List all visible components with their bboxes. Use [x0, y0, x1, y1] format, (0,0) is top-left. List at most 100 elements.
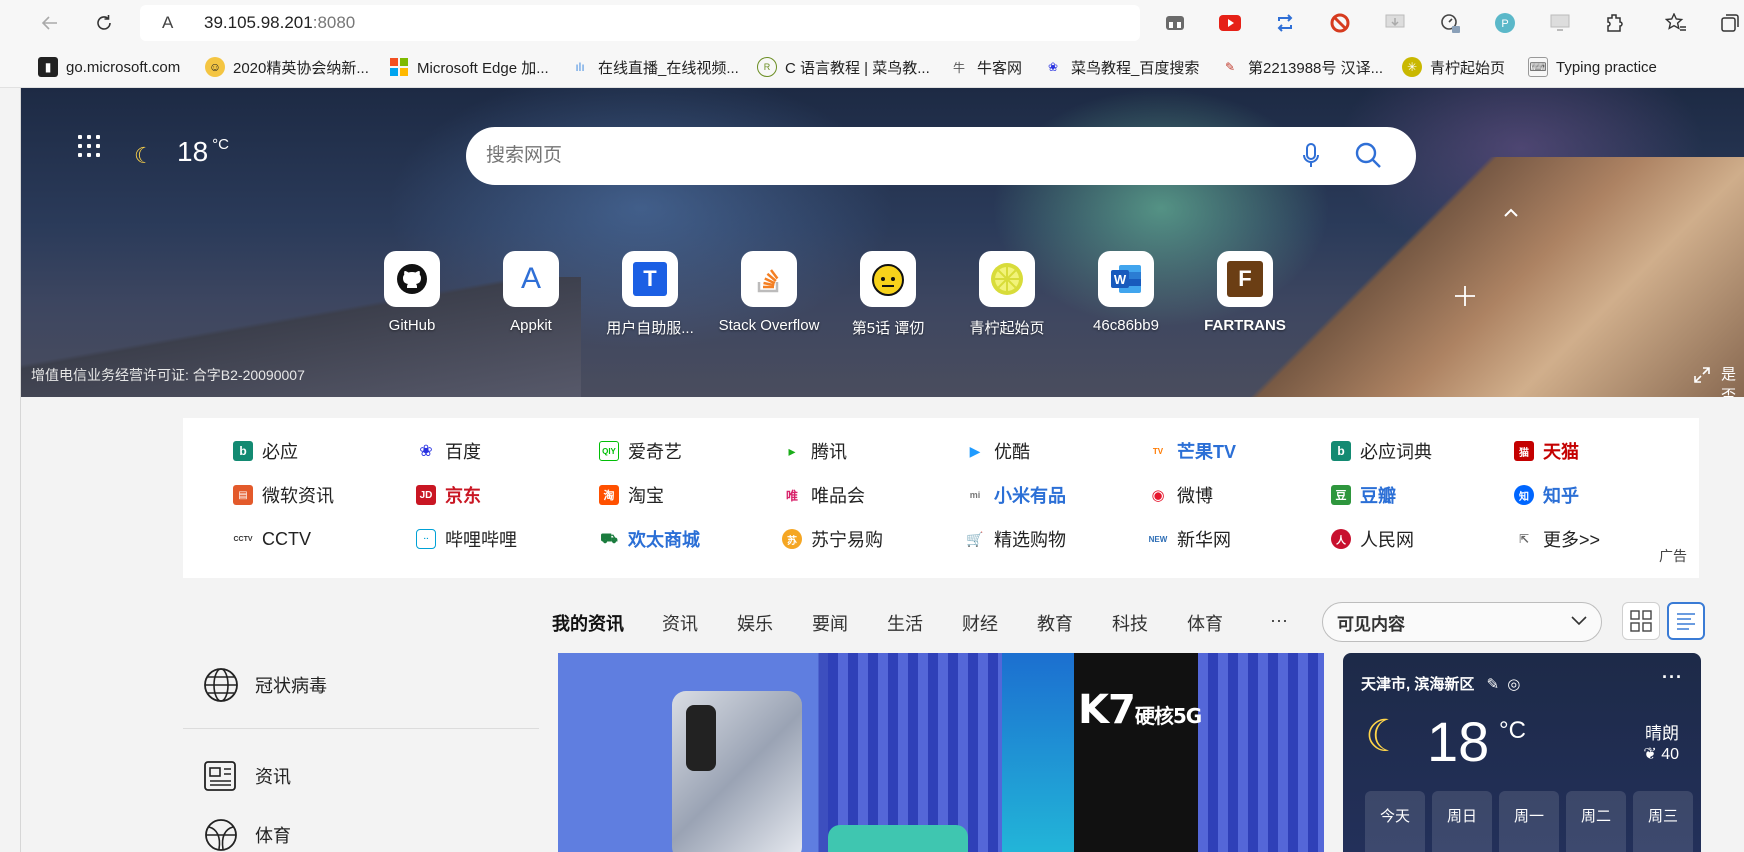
quick-link[interactable]: mi 小米有品 [965, 482, 1066, 508]
collections-icon[interactable] [1718, 11, 1742, 35]
edit-pencil-icon[interactable]: ✎ [1487, 676, 1500, 693]
tab-news[interactable]: 资讯 [662, 610, 698, 636]
menu-item-news[interactable]: 资讯 [203, 756, 291, 796]
microphone-icon[interactable] [1302, 143, 1320, 174]
quick-link[interactable]: 豆豆瓣 [1331, 482, 1396, 508]
quick-link[interactable]: ᐧᐧ 哔哩哔哩 [416, 526, 517, 552]
hero-weather[interactable]: 18 °C [177, 136, 229, 168]
weather-card[interactable]: 天津市, 滨海新区 ✎ ◎ ··· ☾ 18 °C 晴朗 ❦ 40 今天 周日 … [1343, 653, 1701, 852]
more-options-button[interactable]: ··· [1662, 667, 1683, 688]
profile-extension-icon[interactable]: P [1493, 11, 1517, 35]
grid-view-button[interactable] [1622, 602, 1660, 640]
collapse-chevron-icon[interactable] [1501, 206, 1521, 220]
favorite-item[interactable]: ✳ 青柠起始页 [1402, 55, 1505, 79]
favorite-item[interactable]: Microsoft Edge 加... [389, 55, 549, 79]
quick-link[interactable]: CCTV CCTV [233, 526, 311, 552]
quick-link[interactable]: ◉ 微博 [1148, 482, 1213, 508]
favorite-item[interactable]: ▮ go.microsoft.com [38, 55, 180, 79]
quick-link[interactable]: ⇱ 更多>> [1514, 526, 1600, 552]
tab-headlines[interactable]: 要闻 [812, 610, 848, 636]
top-site-tile[interactable]: 青柠起始页 [947, 251, 1067, 338]
quick-link[interactable]: ▤ 微软资讯 [233, 482, 334, 508]
tab-education[interactable]: 教育 [1037, 610, 1073, 636]
forecast-day[interactable]: 周一 [1499, 791, 1559, 852]
search-input[interactable] [486, 145, 1266, 167]
favorites-star-icon[interactable] [1664, 11, 1688, 35]
weather-location[interactable]: 天津市, 滨海新区 ✎ ◎ [1361, 673, 1520, 694]
favorite-item[interactable]: ✎ 第2213988号 汉译... [1220, 55, 1383, 79]
quick-link[interactable]: 苏苏宁易购 [782, 526, 883, 552]
tab-my-news[interactable]: 我的资讯 [552, 610, 624, 636]
site-info-icon[interactable]: A [162, 13, 178, 33]
more-tabs-button[interactable]: ··· [1270, 610, 1288, 631]
quick-link[interactable]: JD 京东 [416, 482, 481, 508]
app-launcher-button[interactable] [73, 130, 105, 162]
download-extension-icon[interactable] [1383, 11, 1407, 35]
top-site-tile[interactable]: 第5话 谭仞 [828, 251, 948, 338]
quick-link[interactable]: ▸ 腾讯 [782, 438, 847, 464]
top-site-tile[interactable]: F FARTRANS [1185, 251, 1305, 334]
youtube-extension-icon[interactable] [1218, 11, 1242, 35]
search-icon[interactable] [1354, 141, 1382, 174]
forecast-day[interactable]: 周二 [1566, 791, 1626, 852]
favorite-item[interactable]: 牛牛客网 [949, 55, 1022, 79]
immersive-reader-icon[interactable] [1163, 11, 1187, 35]
top-site-tile[interactable]: GitHub [352, 251, 472, 334]
tab-lifestyle[interactable]: 生活 [887, 610, 923, 636]
favorite-item[interactable]: ⌨ Typing practice [1528, 55, 1657, 79]
expand-icon[interactable] [1693, 366, 1711, 389]
add-site-icon[interactable] [1453, 284, 1477, 308]
performance-icon[interactable] [1438, 11, 1462, 35]
quick-link[interactable]: 猫天猫 [1514, 438, 1579, 464]
tab-entertainment[interactable]: 娱乐 [737, 610, 773, 636]
tab-finance[interactable]: 财经 [962, 610, 998, 636]
forecast-day[interactable]: 今天 [1365, 791, 1425, 852]
weather-unit[interactable]: °C [1499, 717, 1526, 745]
refresh-button[interactable] [89, 8, 119, 38]
quick-link[interactable]: 知知乎 [1514, 482, 1579, 508]
search-box [466, 127, 1416, 185]
top-site-tile[interactable]: A Appkit [471, 251, 591, 334]
quick-link[interactable]: TV 芒果TV [1148, 438, 1236, 464]
lemon-icon [979, 251, 1035, 307]
quick-link[interactable]: b 必应 [233, 438, 298, 464]
quick-link[interactable]: QIY 爱奇艺 [599, 438, 682, 464]
quick-link[interactable]: 人人民网 [1331, 526, 1414, 552]
favorite-item[interactable]: ❀ 菜鸟教程_百度搜索 [1043, 55, 1199, 79]
favorite-item[interactable]: ☺ 2020精英协会纳新... [205, 55, 369, 79]
top-site-tile[interactable]: Stack Overflow [709, 251, 829, 334]
favorite-item[interactable]: ılı 在线直播_在线视频... [570, 55, 739, 79]
tmall-icon: 猫 [1514, 441, 1534, 461]
quick-link[interactable]: ▶ 优酷 [965, 438, 1030, 464]
favorite-item[interactable]: RC 语言教程 | 菜鸟教... [757, 55, 930, 79]
quick-link[interactable]: b 必应词典 [1331, 438, 1432, 464]
quick-link[interactable]: ⛟ 欢太商城 [599, 526, 700, 552]
hero-background: ☾ 18°C GitHub A Appkit T 用户自助服... Stack … [21, 88, 1744, 397]
people-icon: 人 [1331, 529, 1351, 549]
screen-extension-icon[interactable] [1548, 11, 1572, 35]
news-hero-card[interactable]: K7硬核5G [558, 653, 1324, 852]
visible-content-dropdown[interactable]: 可见内容 [1322, 602, 1602, 642]
forecast-day[interactable]: 周日 [1432, 791, 1492, 852]
url-bar[interactable]: A 39.105.98.201:8080 [140, 5, 1140, 41]
location-settings-icon[interactable]: ◎ [1507, 676, 1520, 693]
top-site-tile[interactable]: W 46c86bb9 [1066, 251, 1186, 334]
tab-sports[interactable]: 体育 [1187, 610, 1223, 636]
menu-item-coronavirus[interactable]: 冠状病毒 [203, 665, 327, 705]
list-view-button[interactable] [1667, 602, 1705, 640]
quick-link[interactable]: ❀ 百度 [416, 438, 481, 464]
quick-link[interactable]: NEW 新华网 [1148, 526, 1231, 552]
quick-link[interactable]: 淘淘宝 [599, 482, 664, 508]
forecast-day[interactable]: 周三 [1633, 791, 1693, 852]
block-extension-icon[interactable] [1328, 11, 1352, 35]
back-button[interactable] [35, 8, 65, 38]
quick-link[interactable]: 🛒 精选购物 [965, 526, 1066, 552]
top-site-tile[interactable]: T 用户自助服... [590, 251, 710, 338]
expand-text[interactable]: 是否 [1721, 363, 1744, 397]
extensions-icon[interactable] [1603, 11, 1627, 35]
tab-technology[interactable]: 科技 [1112, 610, 1148, 636]
fartrans-icon: F [1227, 261, 1263, 297]
menu-item-sports[interactable]: 体育 [203, 815, 291, 852]
repeat-extension-icon[interactable] [1273, 11, 1297, 35]
quick-link[interactable]: 唯唯品会 [782, 482, 865, 508]
